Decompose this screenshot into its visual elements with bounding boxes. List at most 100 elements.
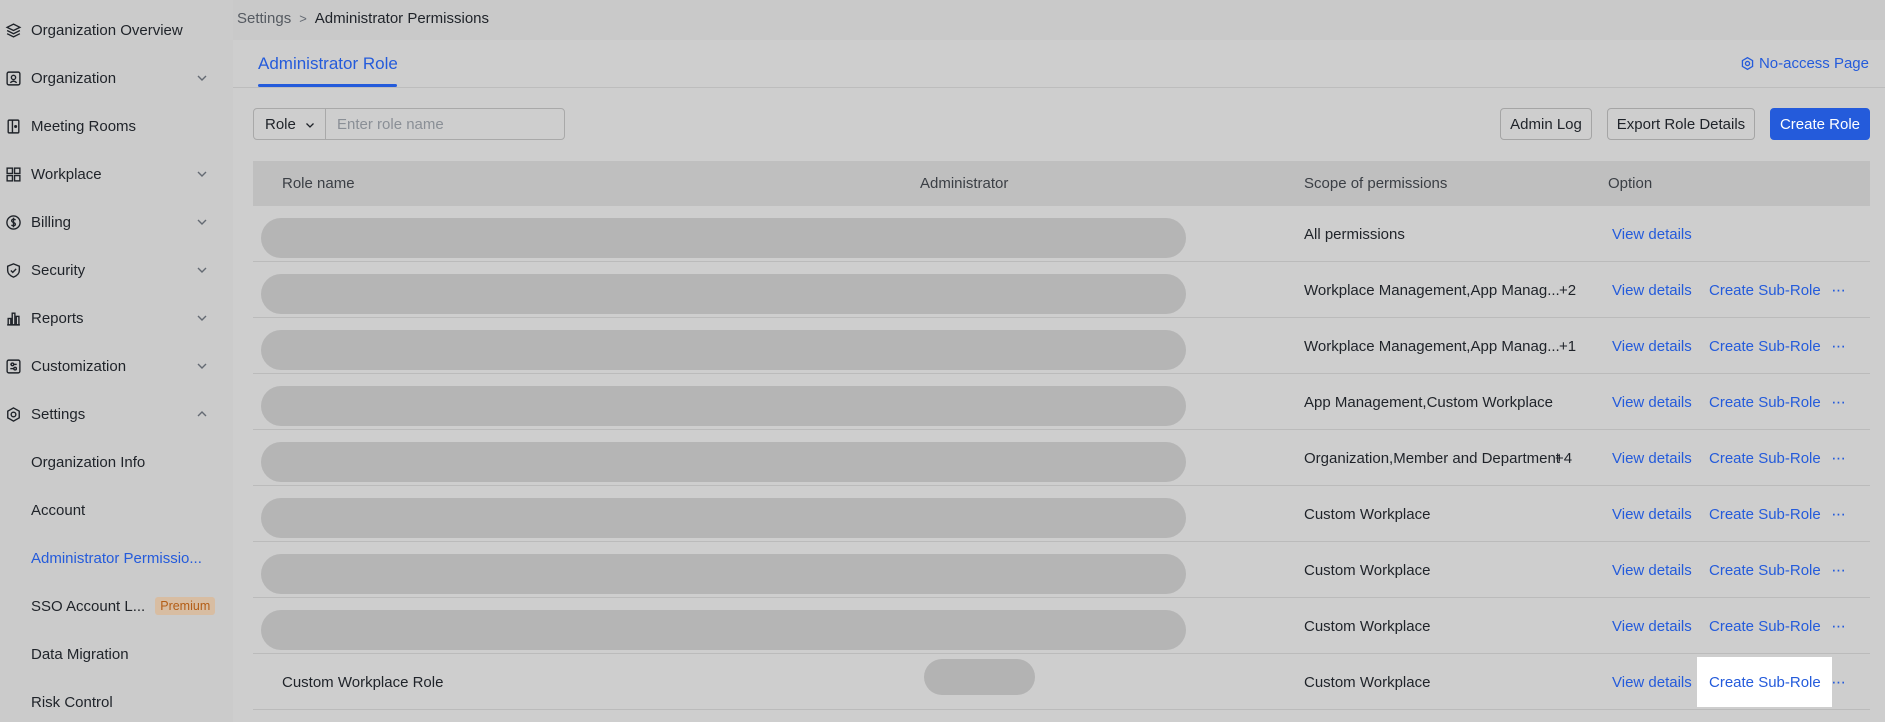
create-sub-role-link[interactable]: Create Sub-Role <box>1709 618 1821 635</box>
customize-icon <box>4 357 22 375</box>
export-role-details-button[interactable]: Export Role Details <box>1607 108 1755 140</box>
chevron-down-icon <box>197 315 207 321</box>
scope-cell: Custom Workplace <box>1304 618 1431 635</box>
create-sub-role-link[interactable]: Create Sub-Role <box>1709 450 1821 467</box>
sidebar-item-label: Organization <box>31 69 117 87</box>
more-options-icon[interactable]: ··· <box>1831 280 1846 300</box>
create-role-button[interactable]: Create Role <box>1770 108 1870 140</box>
scope-more-count[interactable]: +4 <box>1555 450 1572 467</box>
sidebar-item-organization[interactable]: Organization <box>0 54 233 102</box>
chevron-down-icon <box>197 171 207 177</box>
sidebar-subitem-data-migration[interactable]: Data Migration <box>31 630 129 678</box>
sidebar-item-label: Settings <box>31 405 86 423</box>
role-name-cell: Custom Workplace Role <box>282 674 444 691</box>
admin-log-button[interactable]: Admin Log <box>1500 108 1592 140</box>
more-options-icon[interactable]: ··· <box>1831 336 1846 356</box>
table-row: Workplace Management,App Manag... +1 Vie… <box>253 318 1870 374</box>
layers-icon <box>4 21 22 39</box>
create-sub-role-link[interactable]: Create Sub-Role <box>1709 394 1821 411</box>
view-details-link[interactable]: View details <box>1612 394 1692 411</box>
no-access-page-link[interactable]: No-access Page <box>1740 55 1869 72</box>
view-details-link[interactable]: View details <box>1612 618 1692 635</box>
sidebar-item-label: Reports <box>31 309 84 327</box>
view-details-link[interactable]: View details <box>1612 450 1692 467</box>
tab-administrator-role[interactable]: Administrator Role <box>258 54 398 74</box>
sidebar-item-organization-overview[interactable]: Organization Overview <box>0 6 233 54</box>
view-details-link[interactable]: View details <box>1612 338 1692 355</box>
meeting-room-icon <box>4 117 22 135</box>
view-details-link[interactable]: View details <box>1612 282 1692 299</box>
role-name-search-input[interactable] <box>325 108 565 140</box>
breadcrumb-settings[interactable]: Settings <box>237 10 291 27</box>
bar-chart-icon <box>4 309 22 327</box>
sidebar-subitem-organization-info[interactable]: Organization Info <box>31 438 145 486</box>
sidebar-item-reports[interactable]: Reports <box>0 294 233 342</box>
breadcrumb-current: Administrator Permissions <box>314 10 490 27</box>
sidebar-subitem-account[interactable]: Account <box>31 486 85 534</box>
table-row: Custom Workplace View details Create Sub… <box>253 542 1870 598</box>
breadcrumb-separator: > <box>299 11 307 26</box>
more-options-icon[interactable]: ··· <box>1831 560 1846 580</box>
redacted-content <box>261 218 1186 258</box>
topbar: Settings > Administrator Permissions <box>233 0 1885 40</box>
sidebar-item-meeting-rooms[interactable]: Meeting Rooms <box>0 102 233 150</box>
create-sub-role-link[interactable]: Create Sub-Role <box>1709 338 1821 355</box>
more-options-icon[interactable]: ··· <box>1831 672 1846 692</box>
sidebar-item-label: Billing <box>31 213 72 231</box>
sidebar-item-workplace[interactable]: Workplace <box>0 150 233 198</box>
view-details-link[interactable]: View details <box>1612 506 1692 523</box>
sidebar-item-billing[interactable]: Billing <box>0 198 233 246</box>
more-options-icon[interactable]: ··· <box>1831 392 1846 412</box>
sidebar-item-customization[interactable]: Customization <box>0 342 233 390</box>
scope-cell: Workplace Management,App Manag... <box>1304 282 1560 299</box>
column-header-option: Option <box>1608 175 1653 192</box>
premium-badge: Premium <box>155 597 216 615</box>
table-header: Role name Administrator Scope of permiss… <box>253 161 1870 206</box>
sidebar-subitem-sso-account[interactable]: SSO Account L... Premium <box>31 582 216 630</box>
sidebar-item-label: Security <box>31 261 86 279</box>
scope-more-count[interactable]: +2 <box>1559 282 1576 299</box>
chevron-down-icon <box>197 219 207 225</box>
more-options-icon[interactable]: ··· <box>1831 616 1846 636</box>
redacted-content <box>261 386 1186 426</box>
sidebar-subitem-administrator-permissions[interactable]: Administrator Permissio... <box>31 534 202 582</box>
sidebar-subitem-risk-control[interactable]: Risk Control <box>31 678 113 722</box>
sidebar-subitem-label: Data Migration <box>31 645 129 663</box>
view-details-link[interactable]: View details <box>1612 674 1692 691</box>
sidebar-subitem-label: Organization Info <box>31 453 146 471</box>
scope-cell: Custom Workplace <box>1304 562 1431 579</box>
scope-cell: App Management,Custom Workplace <box>1304 394 1554 411</box>
more-options-icon[interactable]: ··· <box>1831 504 1846 524</box>
table-row: Workplace Management,App Manag... +2 Vie… <box>253 262 1870 318</box>
sidebar-subitem-label: Risk Control <box>31 693 113 711</box>
chevron-down-icon <box>306 123 314 128</box>
scope-cell: Custom Workplace <box>1304 674 1431 691</box>
redacted-content <box>261 442 1186 482</box>
chevron-down-icon <box>197 75 207 81</box>
create-sub-role-link[interactable]: Create Sub-Role <box>1709 282 1821 299</box>
sidebar-item-settings[interactable]: Settings <box>0 390 233 438</box>
table-row: Custom Workplace View details Create Sub… <box>253 598 1870 654</box>
chevron-up-icon <box>197 411 207 417</box>
sidebar-item-label: Workplace <box>31 165 102 183</box>
sidebar-subitem-label: Administrator Permissio... <box>31 549 202 567</box>
role-filter-value: Role <box>265 115 296 133</box>
gear-icon <box>4 405 22 423</box>
create-sub-role-link[interactable]: Create Sub-Role <box>1697 657 1832 707</box>
view-details-link[interactable]: View details <box>1612 226 1692 243</box>
column-header-administrator: Administrator <box>920 175 1009 192</box>
tab-active-indicator <box>258 84 397 87</box>
scope-cell: All permissions <box>1304 226 1405 243</box>
breadcrumb: Settings > Administrator Permissions <box>237 10 489 27</box>
table-row: Organization,Member and Department +4 Vi… <box>253 430 1870 486</box>
create-sub-role-link[interactable]: Create Sub-Role <box>1709 562 1821 579</box>
more-options-icon[interactable]: ··· <box>1831 448 1846 468</box>
redacted-content <box>261 610 1186 650</box>
view-details-link[interactable]: View details <box>1612 562 1692 579</box>
table-row: Custom Workplace View details Create Sub… <box>253 486 1870 542</box>
scope-more-count[interactable]: +1 <box>1559 338 1576 355</box>
sidebar-item-security[interactable]: Security <box>0 246 233 294</box>
role-filter-select[interactable]: Role <box>253 108 326 140</box>
create-sub-role-link[interactable]: Create Sub-Role <box>1709 506 1821 523</box>
sidebar-subitem-label: SSO Account L... <box>31 597 146 615</box>
